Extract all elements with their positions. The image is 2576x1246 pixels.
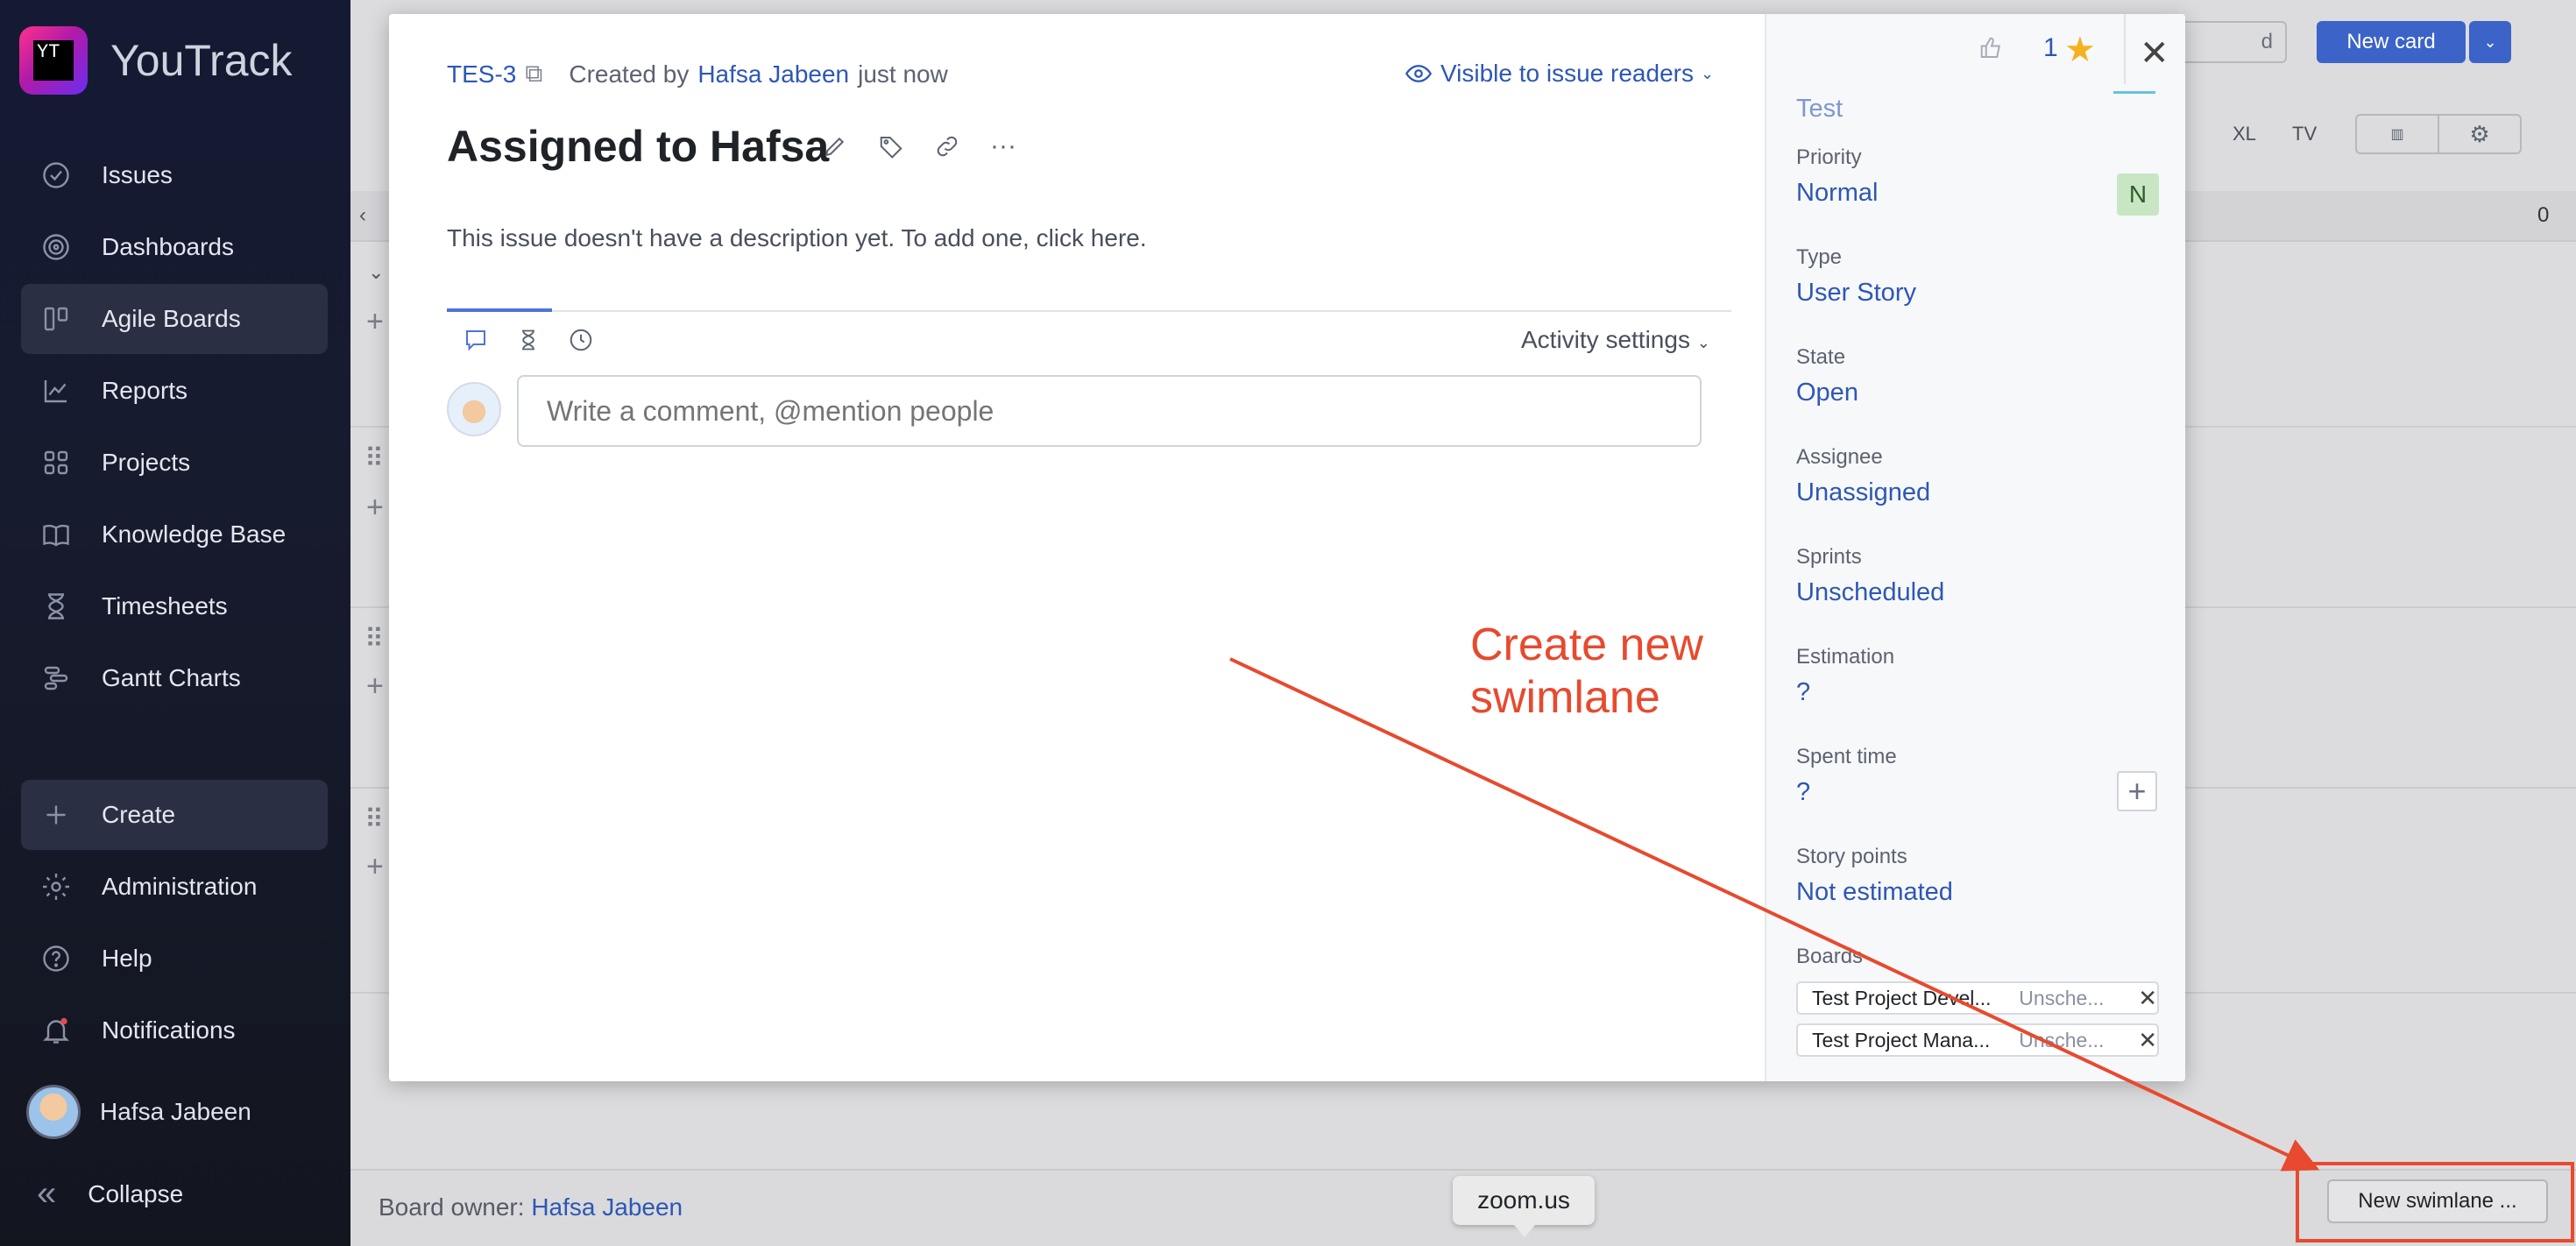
- annotation-arrow: [1229, 657, 2320, 1172]
